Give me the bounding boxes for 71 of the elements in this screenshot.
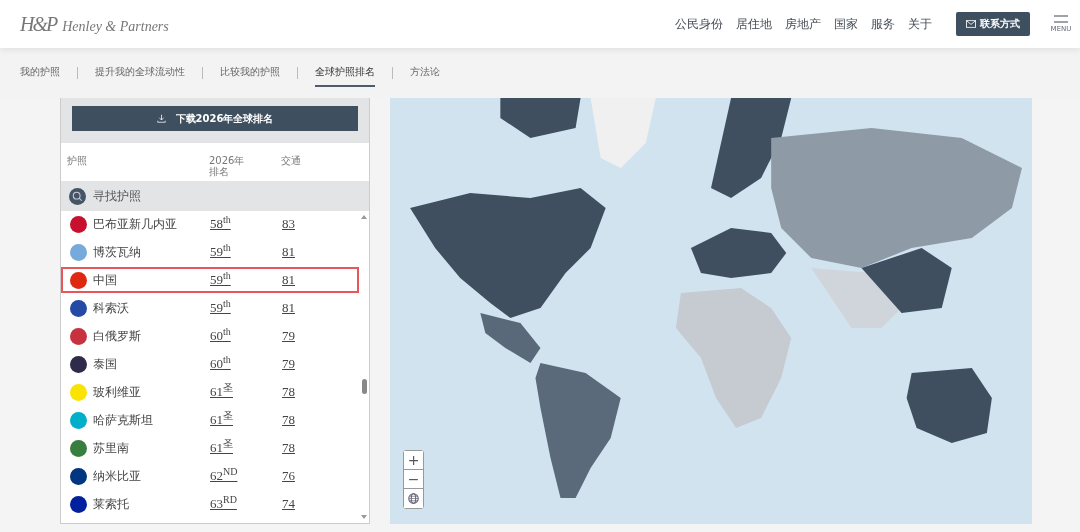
passport-row[interactable]: 玻利维亚 61$^{圣}$ 78 (61, 379, 359, 405)
country-name: 科索沃 (93, 299, 130, 317)
country-name: 纳米比亚 (93, 467, 142, 485)
score-link[interactable]: 79 (282, 356, 295, 372)
subnav-tab[interactable]: 全球护照排名 (315, 59, 375, 87)
rank-link[interactable]: 59$^{th}$ (210, 244, 282, 260)
rank-link[interactable]: 60$^{th}$ (210, 328, 282, 344)
passport-row[interactable]: 苏里南 61$^{圣}$ 78 (61, 435, 359, 461)
subnav-tab[interactable]: 比较我的护照 (220, 59, 280, 87)
nav-link[interactable]: 居住地 (736, 15, 772, 33)
column-header: 护照 (67, 155, 88, 168)
score-link[interactable]: 81 (282, 300, 295, 316)
nav-link[interactable]: 国家 (834, 15, 858, 33)
rank-link[interactable]: 61$^{圣}$ (210, 440, 282, 456)
subnav-tab[interactable]: 方法论 (410, 59, 440, 87)
country-name: 苏里南 (93, 439, 130, 457)
rank-link[interactable]: 60$^{th}$ (210, 356, 282, 372)
country-name: 玻利维亚 (93, 383, 142, 401)
passport-row[interactable]: 白俄罗斯 60$^{th}$ 79 (61, 323, 359, 349)
score-link[interactable]: 78 (282, 384, 295, 400)
column-header: 2026年排名 (209, 155, 246, 179)
nav-link[interactable]: 关于 (908, 15, 932, 33)
score-link[interactable]: 81 (282, 272, 295, 288)
logo-text[interactable]: Henley & Partners (62, 18, 169, 35)
passport-row[interactable]: 博茨瓦纳 59$^{th}$ 81 (61, 239, 359, 265)
contact-button[interactable]: 联系方式 (956, 12, 1030, 36)
rank-link[interactable]: 58$^{th}$ (210, 216, 282, 232)
score-link[interactable]: 74 (282, 496, 295, 512)
passport-row[interactable]: 科索沃 59$^{th}$ 81 (61, 295, 359, 321)
rank-link[interactable]: 61$^{圣}$ (210, 384, 282, 400)
logo-mark[interactable]: H&P (20, 12, 57, 36)
nav-link[interactable]: 房地产 (785, 15, 821, 33)
rank-link[interactable]: 63$^{RD}$ (210, 496, 282, 512)
subnav-tab[interactable]: 我的护照 (20, 59, 60, 87)
subnav-tab[interactable]: 提升我的全球流动性 (95, 59, 185, 87)
country-name: 莱索托 (93, 495, 130, 513)
search-input[interactable]: 寻找护照 (93, 189, 293, 203)
mail-icon (966, 20, 976, 28)
rank-link[interactable]: 61$^{圣}$ (210, 412, 282, 428)
zoom-in-button[interactable]: + (404, 451, 423, 470)
country-name: 巴布亚新几内亚 (93, 215, 178, 233)
world-map[interactable]: + − (390, 98, 1032, 524)
passport-row[interactable]: 莱索托 63$^{RD}$ 74 (61, 491, 359, 517)
rank-link[interactable]: 59$^{th}$ (210, 272, 282, 288)
rank-link[interactable]: 59$^{th}$ (210, 300, 282, 316)
rank-link[interactable]: 62$^{ND}$ (210, 468, 282, 484)
country-name: 白俄罗斯 (93, 327, 142, 345)
globe-icon (408, 493, 419, 504)
passport-row[interactable]: 纳米比亚 62$^{ND}$ 76 (61, 463, 359, 489)
passport-row[interactable]: 中国 59$^{th}$ 81 (61, 267, 359, 293)
score-link[interactable]: 78 (282, 440, 295, 456)
download-icon (156, 114, 166, 123)
column-header: 交通 (281, 155, 301, 168)
passport-row[interactable]: 哈萨克斯坦 61$^{圣}$ 78 (61, 407, 359, 433)
country-name: 泰国 (93, 355, 118, 373)
score-link[interactable]: 83 (282, 216, 295, 232)
nav-link[interactable]: 公民身份 (675, 15, 723, 33)
passport-row[interactable]: 巴布亚新几内亚 58$^{th}$ 83 (61, 211, 359, 237)
search-field[interactable]: 寻找护照 (61, 181, 369, 211)
search-icon (69, 187, 86, 205)
score-link[interactable]: 81 (282, 244, 295, 260)
score-link[interactable]: 78 (282, 412, 295, 428)
passport-row[interactable]: 泰国 60$^{th}$ 79 (61, 351, 359, 377)
score-link[interactable]: 79 (282, 328, 295, 344)
score-link[interactable]: 76 (282, 468, 295, 484)
country-name: 中国 (93, 271, 118, 289)
menu-icon (1054, 15, 1068, 23)
download-button[interactable]: 下载2026年全球排名 (72, 106, 358, 131)
country-name: 博茨瓦纳 (93, 243, 142, 261)
nav-link[interactable]: 服务 (871, 15, 895, 33)
country-name: 哈萨克斯坦 (93, 411, 154, 429)
